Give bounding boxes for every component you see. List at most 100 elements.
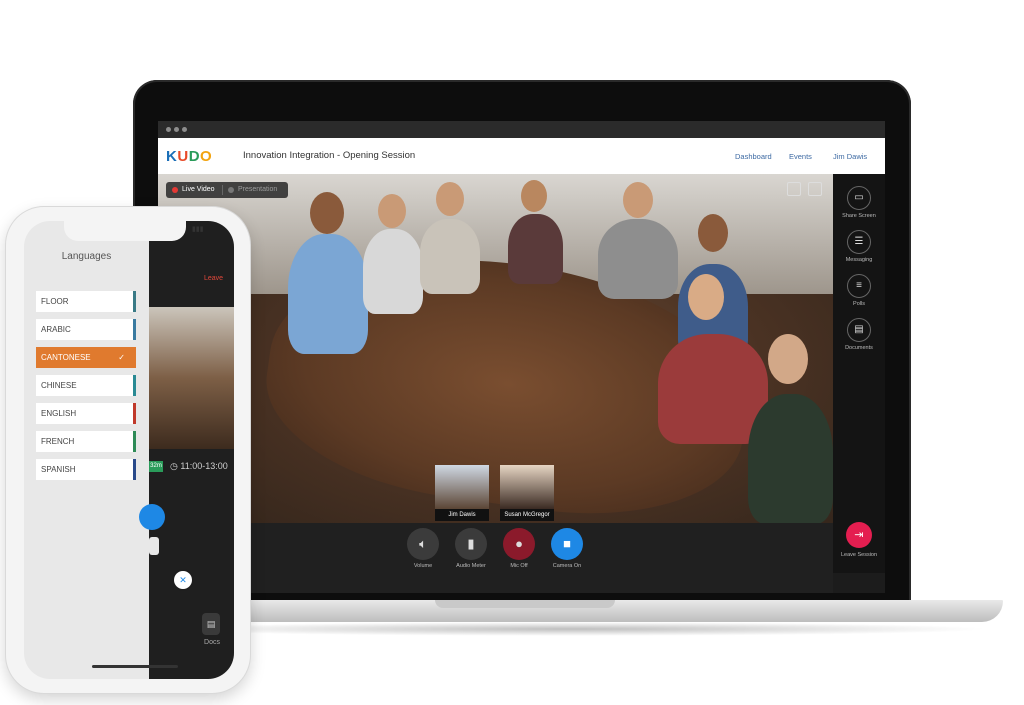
phone-leave-button[interactable]: Leave bbox=[204, 275, 223, 282]
side-tab[interactable] bbox=[149, 537, 159, 555]
language-label: FLOOR bbox=[41, 297, 69, 306]
participant-name: Jim Dawis bbox=[435, 509, 489, 521]
video-person-head bbox=[768, 334, 808, 384]
side-panel-label: Share Screen bbox=[842, 213, 876, 219]
laptop-screen: KUDO Innovation Integration - Opening Se… bbox=[158, 121, 885, 593]
control-label: Audio Meter bbox=[456, 563, 486, 569]
participant-thumbnail[interactable]: Susan McGregor bbox=[500, 465, 554, 521]
app-header: KUDO Innovation Integration - Opening Se… bbox=[158, 138, 885, 174]
tab-live-video[interactable]: Live Video bbox=[182, 186, 215, 193]
video-person bbox=[598, 219, 678, 299]
language-label: CANTONESE bbox=[41, 353, 91, 362]
video-person bbox=[288, 234, 368, 354]
phone-notch bbox=[64, 221, 186, 241]
leave-session-button[interactable]: ⇥ Leave Session bbox=[841, 522, 877, 566]
video-person-head bbox=[310, 192, 344, 234]
nav-user[interactable]: Jim Dawis bbox=[833, 152, 867, 161]
docs-label: Docs bbox=[204, 639, 220, 646]
side-panel: ▭ Share Screen ☰ Messaging ≡ Polls ▤ Doc… bbox=[833, 174, 885, 573]
browser-bar bbox=[158, 121, 885, 138]
side-panel-label: Polls bbox=[853, 301, 865, 307]
home-indicator[interactable] bbox=[92, 665, 178, 668]
audio-meter-button[interactable]: ▮ Audio Meter bbox=[455, 528, 487, 570]
control-label: Mic Off bbox=[510, 563, 528, 569]
language-option[interactable]: SPANISH bbox=[36, 459, 136, 480]
participant-name: Susan McGregor bbox=[500, 509, 554, 521]
video-person-head bbox=[521, 180, 547, 212]
phone-session-view bbox=[149, 221, 234, 679]
share-screen-icon: ▭ bbox=[847, 186, 871, 210]
grid-view-icon[interactable] bbox=[787, 182, 801, 196]
language-option[interactable]: ENGLISH bbox=[36, 403, 136, 424]
video-person-head bbox=[378, 194, 406, 228]
language-option[interactable]: CHINESE bbox=[36, 375, 136, 396]
window-dot[interactable] bbox=[174, 127, 179, 132]
video-person bbox=[363, 229, 423, 314]
polls-button[interactable]: ≡ Polls bbox=[833, 274, 885, 314]
volume-button[interactable]: 🔈︎ Volume bbox=[407, 528, 439, 570]
control-bar: 🔈︎ Volume ▮ Audio Meter ● Mic Off ■ Came… bbox=[158, 523, 833, 593]
session-time: ◷ 11:00-13:00 bbox=[170, 461, 228, 471]
messaging-button[interactable]: ☰ Messaging bbox=[833, 230, 885, 270]
language-label: SPANISH bbox=[41, 465, 76, 474]
session-title: Innovation Integration - Opening Session bbox=[243, 150, 416, 161]
mic-button[interactable] bbox=[139, 504, 165, 530]
documents-button[interactable]: ▤ Documents bbox=[833, 318, 885, 358]
nav-dashboard[interactable]: Dashboard bbox=[735, 152, 772, 161]
control-label: Volume bbox=[413, 563, 433, 569]
polls-icon: ≡ bbox=[847, 274, 871, 298]
video-person-head bbox=[436, 182, 464, 216]
share-screen-button[interactable]: ▭ Share Screen bbox=[833, 186, 885, 226]
record-icon bbox=[172, 187, 178, 193]
exit-icon: ⇥ bbox=[846, 522, 872, 548]
phone-video-feed bbox=[149, 307, 234, 449]
tab-presentation[interactable]: Presentation bbox=[238, 186, 277, 193]
tab-divider bbox=[222, 185, 223, 195]
video-person-head bbox=[623, 182, 653, 218]
docs-icon[interactable]: ▤ bbox=[202, 613, 220, 635]
languages-title: Languages bbox=[61, 251, 112, 262]
language-label: CHINESE bbox=[41, 381, 77, 390]
video-person bbox=[748, 394, 833, 523]
language-label: ENGLISH bbox=[41, 409, 77, 418]
participant-thumbnail[interactable]: Jim Dawis bbox=[435, 465, 489, 521]
kudo-logo[interactable]: KUDO bbox=[166, 148, 212, 165]
mic-off-icon: ● bbox=[503, 528, 535, 560]
participant-photo bbox=[500, 465, 554, 509]
language-label: ARABIC bbox=[41, 325, 71, 334]
session-time-range: 11:00-13:00 bbox=[180, 461, 228, 471]
language-option[interactable]: ARABIC bbox=[36, 319, 136, 340]
window-dot[interactable] bbox=[166, 127, 171, 132]
side-panel-label: Messaging bbox=[845, 257, 873, 263]
live-video-feed: Live Video Presentation Jim Dawis Susan … bbox=[158, 174, 833, 523]
video-person bbox=[420, 219, 480, 294]
phone-frame: ▮▮▮ Languages FLOOR ARABIC CANTONESE ✓ C… bbox=[6, 207, 250, 693]
window-dot[interactable] bbox=[182, 127, 187, 132]
check-icon: ✓ bbox=[118, 353, 125, 362]
video-mode-tabs: Live Video Presentation bbox=[166, 182, 288, 198]
messaging-icon: ☰ bbox=[847, 230, 871, 254]
video-person bbox=[508, 214, 563, 284]
camera-icon: ■ bbox=[551, 528, 583, 560]
laptop-notch bbox=[435, 600, 615, 608]
participant-photo bbox=[435, 465, 489, 509]
nav-events[interactable]: Events bbox=[789, 152, 812, 161]
signal-icon: ▮▮▮ bbox=[192, 226, 204, 233]
laptop-shadow bbox=[150, 622, 990, 636]
camera-on-button[interactable]: ■ Camera On bbox=[551, 528, 583, 570]
duration-badge: 32m bbox=[149, 461, 163, 472]
mic-off-button[interactable]: ● Mic Off bbox=[503, 528, 535, 570]
video-person-head bbox=[698, 214, 728, 252]
language-option-selected[interactable]: CANTONESE ✓ bbox=[36, 347, 136, 368]
language-label: FRENCH bbox=[41, 437, 75, 446]
language-option[interactable]: FLOOR bbox=[36, 291, 136, 312]
language-option[interactable]: FRENCH bbox=[36, 431, 136, 452]
audio-meter-icon: ▮ bbox=[455, 528, 487, 560]
leave-session-label: Leave Session bbox=[840, 552, 878, 558]
presentation-dot-icon bbox=[228, 187, 234, 193]
video-person-head bbox=[688, 274, 724, 320]
volume-icon: 🔈︎ bbox=[407, 528, 439, 560]
close-icon[interactable]: ✕ bbox=[174, 571, 192, 589]
documents-icon: ▤ bbox=[847, 318, 871, 342]
fullscreen-icon[interactable] bbox=[808, 182, 822, 196]
